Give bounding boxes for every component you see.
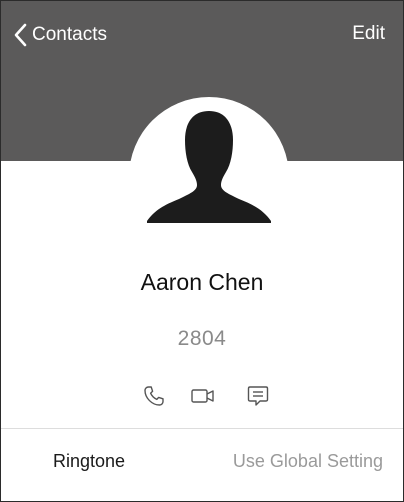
contact-number: 2804	[177, 327, 227, 350]
contact-name: Aaron Chen	[140, 269, 264, 295]
video-call-button[interactable]	[188, 381, 218, 411]
contact-detail-screen: Contacts Edit Aaron Chen 2804 Ringtone U…	[0, 0, 404, 502]
chevron-left-icon	[13, 23, 27, 47]
message-icon	[247, 386, 269, 406]
back-button-label: Contacts	[32, 24, 107, 45]
edit-button[interactable]: Edit	[352, 23, 385, 45]
person-silhouette-icon	[147, 111, 271, 223]
phone-icon	[144, 386, 164, 406]
message-button[interactable]	[243, 381, 273, 411]
back-button[interactable]: Contacts	[13, 21, 107, 49]
video-camera-icon	[191, 389, 214, 403]
avatar	[129, 97, 289, 257]
ringtone-value: Use Global Setting	[232, 451, 383, 471]
contact-actions	[1, 381, 403, 411]
ringtone-row[interactable]: Ringtone Use Global Setting	[1, 429, 403, 501]
ringtone-label: Ringtone	[53, 451, 126, 471]
call-button[interactable]	[139, 381, 169, 411]
